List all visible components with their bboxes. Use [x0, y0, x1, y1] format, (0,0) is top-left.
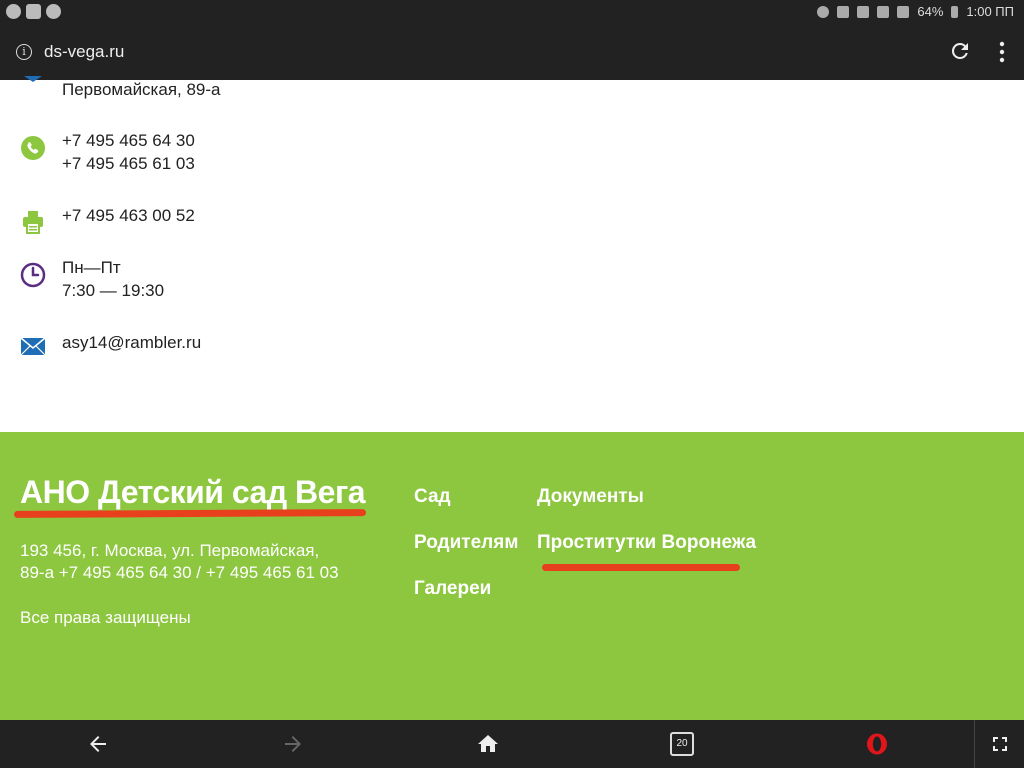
- opera-menu-icon[interactable]: [865, 732, 889, 756]
- mail-icon: [20, 337, 46, 356]
- footer-address-line-1: 193 456, г. Москва, ул. Первомайская,: [20, 541, 320, 560]
- system-status: 64% 1:00 ПП: [817, 4, 1014, 19]
- phone-icon: [21, 136, 45, 160]
- tabs-icon[interactable]: 20: [670, 732, 694, 756]
- nav-link-documents[interactable]: Документы: [537, 486, 644, 508]
- footer-address: 193 456, г. Москва, ул. Первомайская, 89…: [20, 540, 380, 584]
- nav-link-galleries[interactable]: Галереи: [414, 578, 491, 600]
- more-menu-icon[interactable]: [994, 41, 1010, 63]
- app-notification-icon: [26, 4, 41, 19]
- address-text: Первомайская, 89-а: [62, 80, 221, 99]
- footer-address-line-2: 89-а +7 495 465 64 30 / +7 495 465 61 03: [20, 563, 339, 582]
- data-saver-icon: [817, 5, 830, 18]
- hours-time: 7:30 — 19:30: [62, 281, 165, 300]
- back-arrow-icon[interactable]: [86, 732, 110, 756]
- nav-link-parents[interactable]: Родителям: [414, 532, 518, 554]
- address-bar: i ds-vega.ru: [0, 25, 1024, 80]
- forward-arrow-icon[interactable]: [281, 732, 305, 756]
- notification-icons: [6, 4, 61, 19]
- fullscreen-icon[interactable]: [988, 732, 1012, 756]
- email-link[interactable]: asy14@rambler.ru: [62, 331, 201, 354]
- phone-1[interactable]: +7 495 465 64 30: [62, 129, 195, 152]
- site-footer: АНО Детский сад Вега 193 456, г. Москва,…: [0, 432, 1024, 720]
- phone-numbers: +7 495 465 64 30 +7 495 465 61 03: [62, 129, 195, 175]
- clock-time: 1:00 ПП: [966, 4, 1014, 19]
- copyright-text: Все права защищены: [20, 608, 191, 627]
- clock-icon: [20, 262, 46, 288]
- reload-icon[interactable]: [948, 39, 972, 63]
- browser-bottom-bar: 20: [0, 720, 1024, 768]
- fax-number[interactable]: +7 495 463 00 52: [62, 204, 195, 227]
- nav-link-garden[interactable]: Сад: [414, 486, 451, 508]
- status-bar: 64% 1:00 ПП: [0, 0, 1024, 25]
- phone-2[interactable]: +7 495 465 61 03: [62, 152, 195, 175]
- annotation-underline-ad: [542, 564, 740, 571]
- working-hours: Пн—Пт 7:30 — 19:30: [62, 256, 164, 302]
- telegram-icon: [6, 4, 21, 19]
- mute-icon: [857, 5, 870, 18]
- network-4g-icon: [877, 5, 890, 18]
- site-info-icon[interactable]: i: [16, 44, 32, 60]
- nav-link-ad[interactable]: Проститутки Воронежа: [537, 532, 756, 554]
- home-icon[interactable]: [476, 732, 500, 756]
- bluetooth-icon: [837, 5, 850, 18]
- hours-days: Пн—Пт: [62, 258, 121, 277]
- annotation-underline: [13, 509, 367, 518]
- url-field[interactable]: ds-vega.ru: [44, 42, 124, 62]
- bottom-bar-divider: [974, 720, 975, 768]
- fax-icon: [23, 211, 43, 234]
- contacts-section: Первомайская, 89-а +7 495 465 64 30 +7 4…: [0, 76, 1024, 432]
- battery-icon: [951, 5, 959, 18]
- tab-count: 20: [676, 738, 688, 749]
- footer-title[interactable]: АНО Детский сад Вега: [20, 474, 366, 511]
- signal-icon: [897, 5, 910, 18]
- battery-level: 64%: [917, 4, 944, 19]
- location-icon: [24, 76, 42, 82]
- sync-icon: [46, 4, 61, 19]
